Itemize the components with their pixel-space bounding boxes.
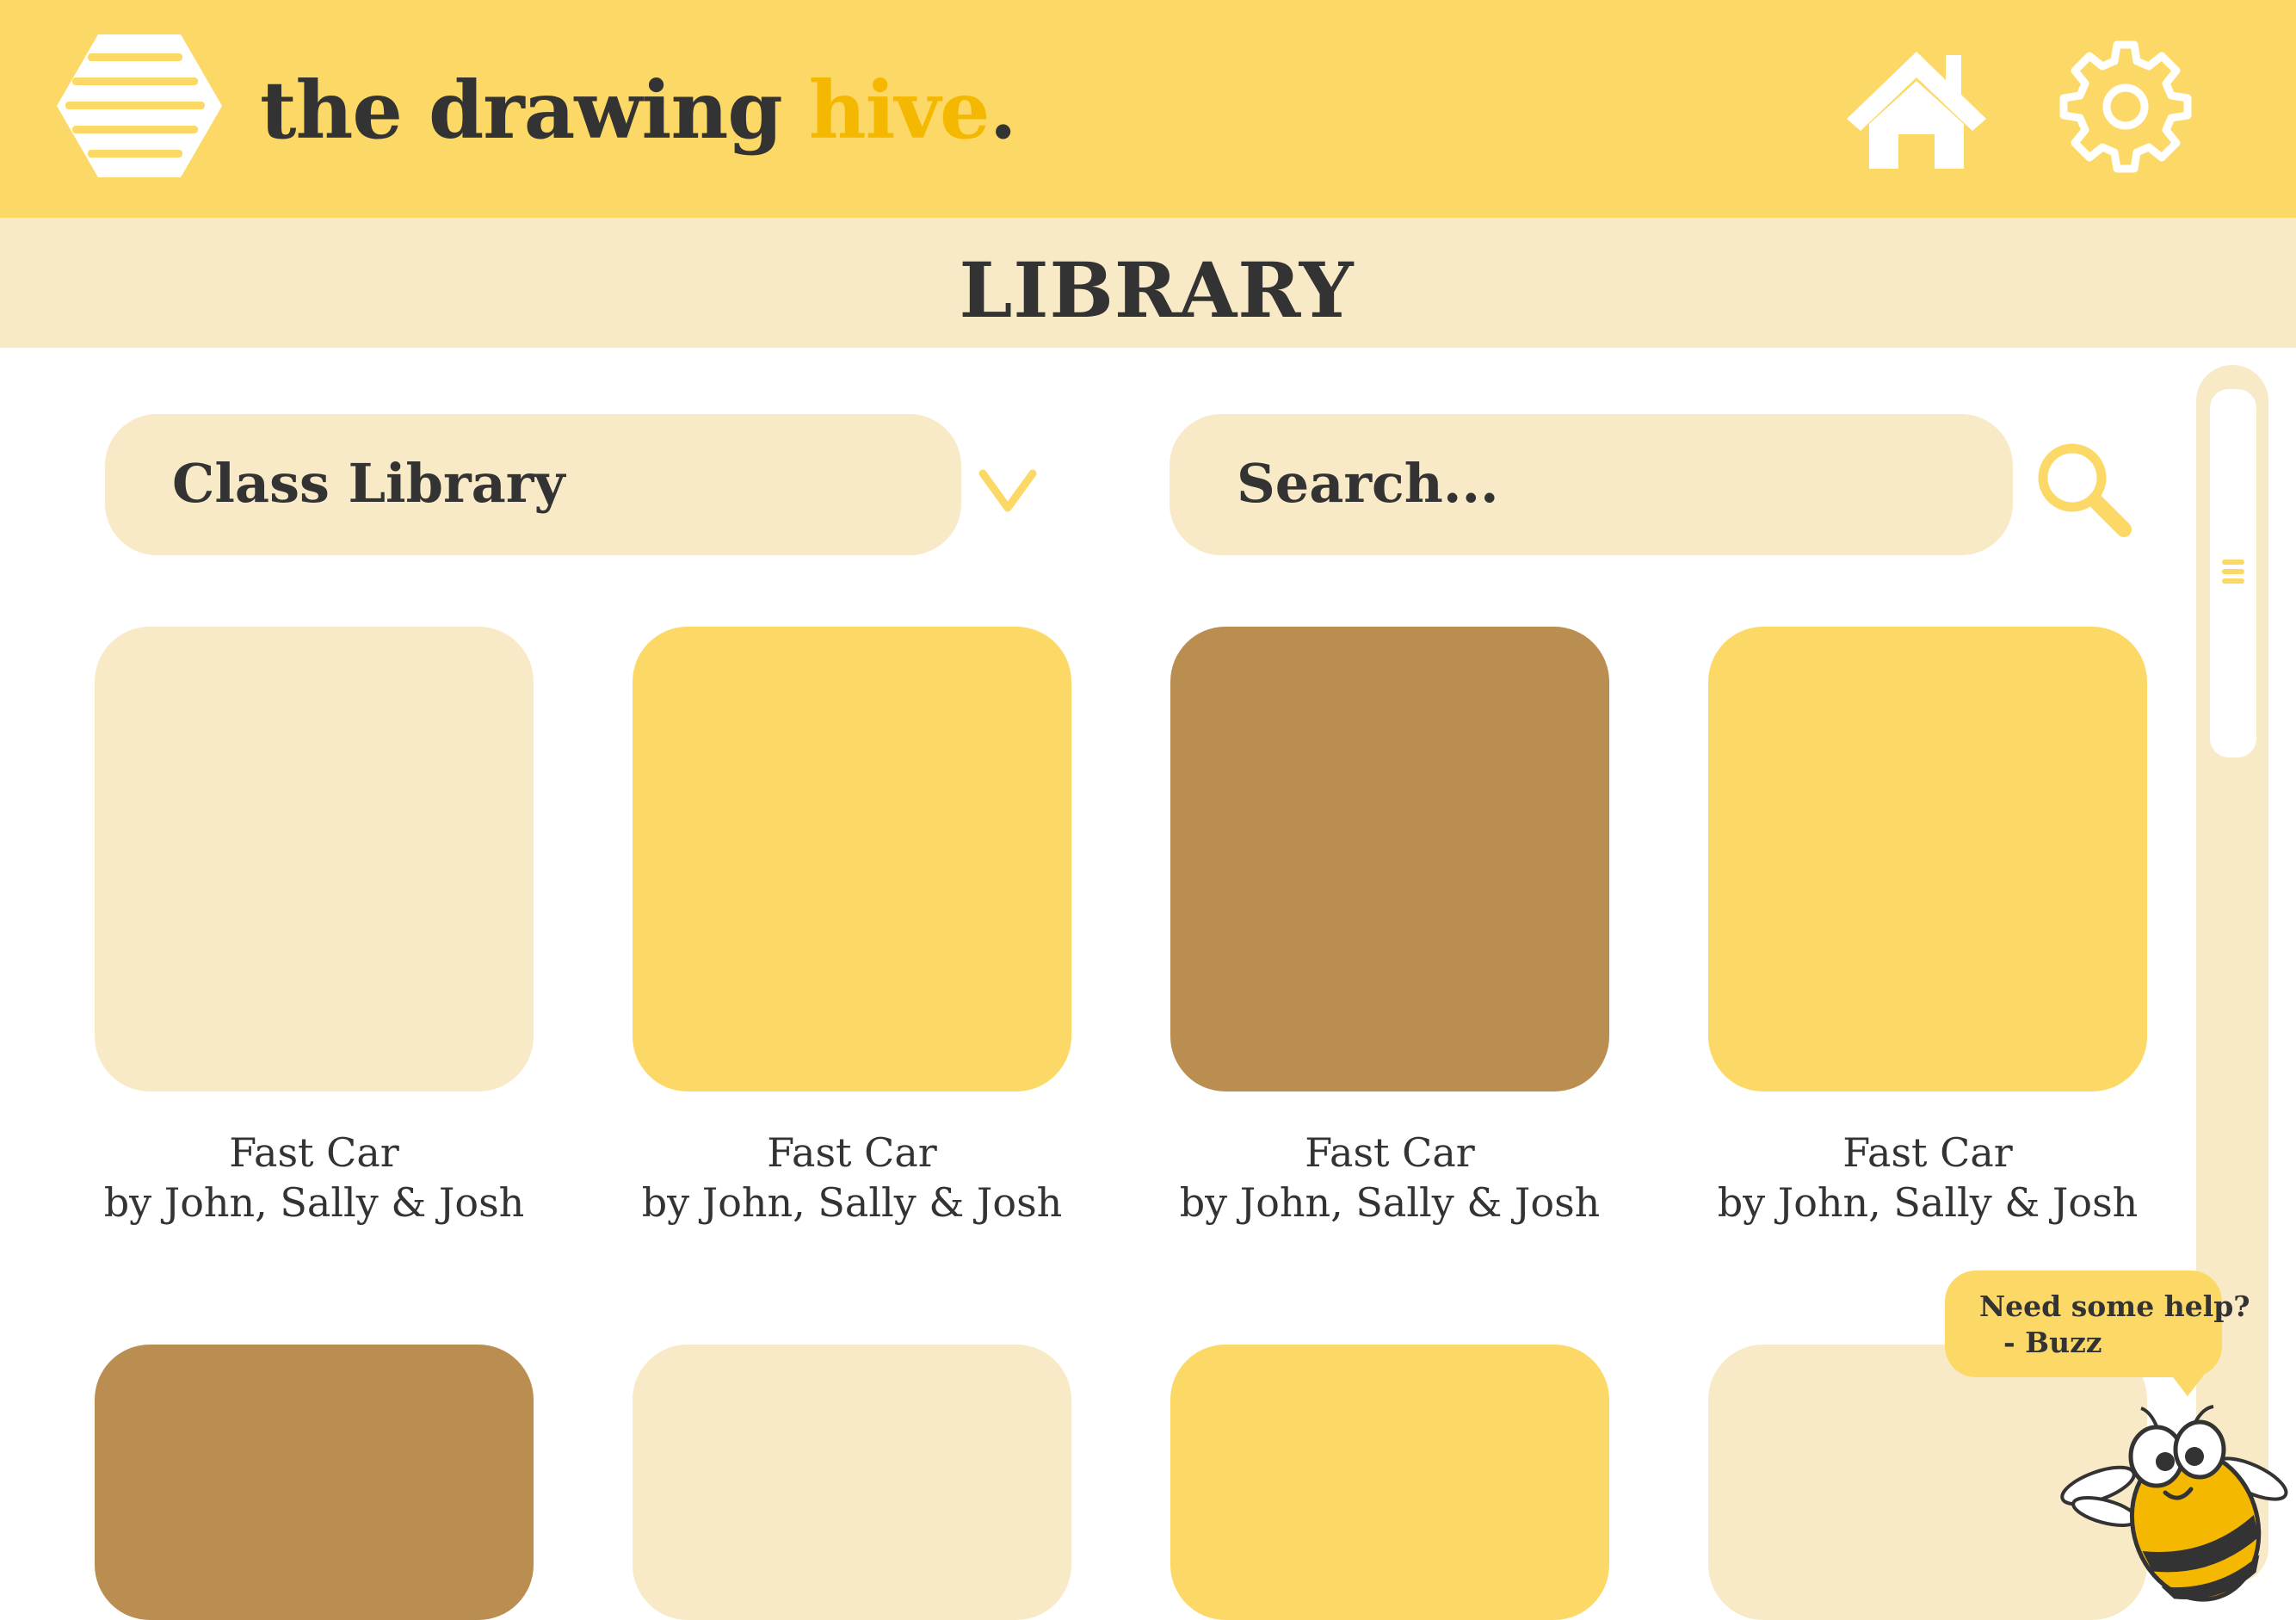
drawing-authors: by John, Sally & Josh: [641, 1179, 1063, 1226]
drawing-title: Fast Car: [1842, 1129, 2013, 1176]
drawing-card[interactable]: Fast Car by John, Sally & Josh: [633, 627, 1071, 1226]
drawing-card[interactable]: Fast Car by John, Sally & Josh: [95, 627, 534, 1226]
gear-icon[interactable]: [2057, 38, 2194, 176]
drawing-card[interactable]: [95, 1345, 534, 1620]
drawing-thumbnail: [95, 627, 534, 1091]
drawing-thumbnail: [1170, 627, 1609, 1091]
honeycomb-hexagon-icon: [57, 34, 222, 177]
brand-name: the drawing hive.: [260, 64, 1017, 157]
help-bubble-tail: [2170, 1374, 2205, 1396]
chevron-down-icon[interactable]: [978, 465, 1038, 516]
drawing-card[interactable]: [1170, 1345, 1609, 1620]
drawing-title: Fast Car: [1305, 1129, 1475, 1176]
drawing-thumbnail: [633, 627, 1071, 1091]
library-dropdown-value: Class Library: [172, 452, 565, 515]
title-bar: LIBRARY: [0, 218, 2296, 348]
drawing-authors: by John, Sally & Josh: [103, 1179, 525, 1226]
brand-dot: .: [989, 64, 1017, 157]
library-dropdown[interactable]: Class Library: [105, 414, 961, 555]
drawing-card[interactable]: Fast Car by John, Sally & Josh: [1708, 627, 2147, 1226]
home-icon[interactable]: [1838, 40, 1995, 176]
drawing-card[interactable]: Fast Car by John, Sally & Josh: [1170, 627, 1609, 1226]
drawing-title: Fast Car: [767, 1129, 937, 1176]
help-message: Need some help?: [1979, 1289, 2250, 1323]
bee-mascot-icon[interactable]: [2055, 1396, 2296, 1615]
drawing-thumbnail: [1170, 1345, 1609, 1620]
help-bubble[interactable]: Need some help? - Buzz: [1945, 1271, 2250, 1396]
search-box: [1170, 414, 2013, 555]
drawing-thumbnail: [633, 1345, 1071, 1620]
app-header: the drawing hive.: [0, 0, 2296, 218]
brand-main: the drawing: [260, 64, 809, 157]
scroll-grip-icon: [2222, 560, 2244, 587]
brand-accent: hive: [808, 64, 991, 157]
search-input[interactable]: [1237, 448, 1977, 517]
drawing-authors: by John, Sally & Josh: [1717, 1179, 2139, 1226]
drawing-card[interactable]: [633, 1345, 1071, 1620]
drawing-authors: by John, Sally & Josh: [1179, 1179, 1601, 1226]
drawing-thumbnail: [1708, 627, 2147, 1091]
drawing-thumbnail: [95, 1345, 534, 1620]
page-title: LIBRARY: [959, 245, 1355, 335]
drawing-title: Fast Car: [229, 1129, 399, 1176]
help-signature: - Buzz: [2003, 1326, 2102, 1359]
search-icon[interactable]: [2029, 435, 2136, 541]
